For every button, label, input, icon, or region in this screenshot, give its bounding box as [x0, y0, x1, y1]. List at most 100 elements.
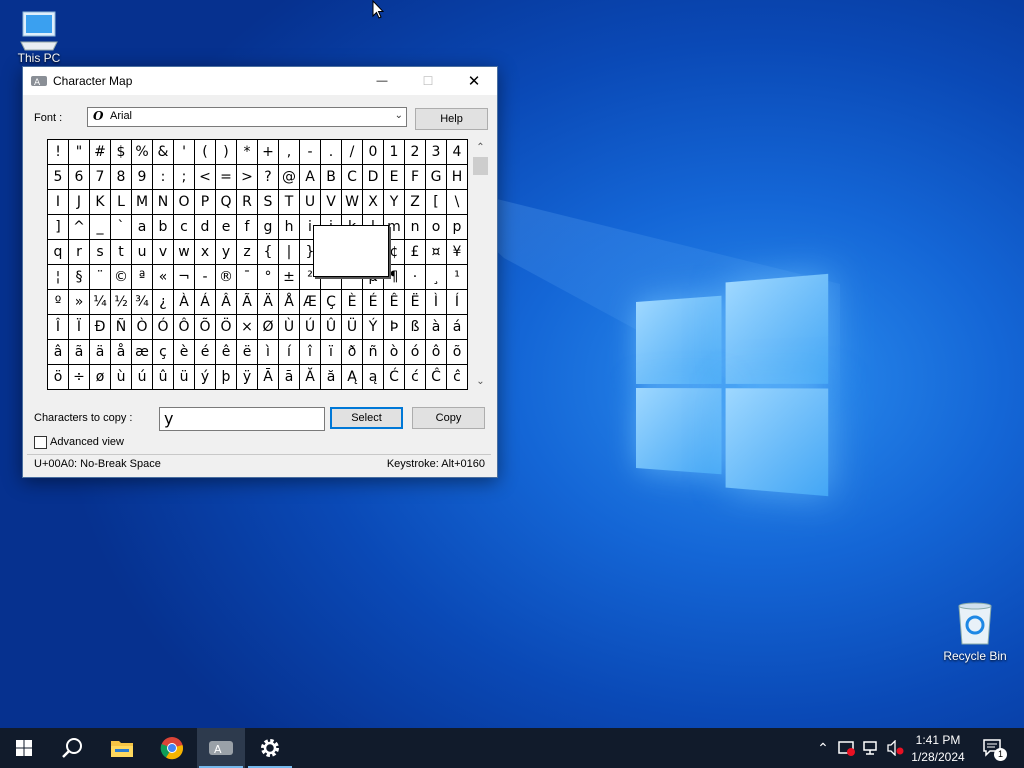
character-cell[interactable]: Ó [153, 315, 174, 340]
character-cell[interactable]: ü [174, 365, 195, 390]
character-cell[interactable]: ó [405, 340, 426, 365]
character-cell[interactable]: N [153, 190, 174, 215]
character-cell[interactable]: & [153, 140, 174, 165]
character-cell[interactable]: î [300, 340, 321, 365]
character-cell[interactable]: b [153, 215, 174, 240]
character-cell[interactable]: ( [195, 140, 216, 165]
character-cell[interactable]: Ì [426, 290, 447, 315]
character-grid[interactable]: ! " # $% & '() * +, -./0 1 2 3 4 5 6 7 8 9:; < = >? @ A B C D E F G H… [47, 139, 468, 390]
character-cell[interactable]: R [237, 190, 258, 215]
character-cell[interactable]: + [258, 140, 279, 165]
character-cell[interactable]: * [237, 140, 258, 165]
character-cell[interactable]: ø [90, 365, 111, 390]
character-cell[interactable]: 0 [363, 140, 384, 165]
taskbar-clock[interactable]: 1:41 PM 1/28/2024 [906, 732, 970, 766]
character-cell[interactable]: a [132, 215, 153, 240]
close-button[interactable]: ✕ [451, 67, 497, 95]
character-cell[interactable]: ú [132, 365, 153, 390]
character-cell[interactable]: ò [384, 340, 405, 365]
character-cell[interactable]: å [111, 340, 132, 365]
character-cell[interactable]: ¦ [48, 265, 69, 290]
character-cell[interactable]: ] [48, 215, 69, 240]
character-cell[interactable]: Ú [300, 315, 321, 340]
character-cell[interactable]: 1 [384, 140, 405, 165]
character-cell[interactable]: £ [405, 240, 426, 265]
character-cell[interactable]: ! [48, 140, 69, 165]
character-cell[interactable]: Z [405, 190, 426, 215]
character-cell[interactable]: G [426, 165, 447, 190]
character-cell[interactable]: ê [216, 340, 237, 365]
character-cell[interactable]: è [174, 340, 195, 365]
character-cell[interactable]: ` [111, 215, 132, 240]
character-cell[interactable]: ® [216, 265, 237, 290]
character-cell[interactable]: Ø [258, 315, 279, 340]
character-cell[interactable]: H [447, 165, 468, 190]
select-button[interactable]: Select [330, 407, 403, 429]
character-cell[interactable]: T [279, 190, 300, 215]
character-cell[interactable]: d [195, 215, 216, 240]
character-cell[interactable]: e [216, 215, 237, 240]
character-cell[interactable]: ¬ [174, 265, 195, 290]
character-cell[interactable]: 2 [405, 140, 426, 165]
character-cell[interactable]: ½ [111, 290, 132, 315]
character-cell[interactable]: g [258, 215, 279, 240]
character-cell[interactable]: p [447, 215, 468, 240]
this-pc-desktop-icon[interactable]: This PC [8, 8, 70, 65]
character-cell[interactable]: 8 [111, 165, 132, 190]
character-cell[interactable]: | [279, 240, 300, 265]
character-cell[interactable]: ¸ [426, 265, 447, 290]
character-cell[interactable]: . [321, 140, 342, 165]
character-cell[interactable]: « [153, 265, 174, 290]
character-cell[interactable]: S [258, 190, 279, 215]
help-button[interactable]: Help [415, 108, 488, 130]
character-cell[interactable]: Ā [258, 365, 279, 390]
character-cell[interactable]: ; [174, 165, 195, 190]
character-cell[interactable]: B [321, 165, 342, 190]
character-cell[interactable]: X [363, 190, 384, 215]
character-cell[interactable]: ā [279, 365, 300, 390]
maximize-button[interactable]: ☐ [405, 67, 451, 95]
character-cell[interactable]: ð [342, 340, 363, 365]
character-cell[interactable]: ç [153, 340, 174, 365]
character-cell[interactable]: % [132, 140, 153, 165]
character-cell[interactable]: Î [48, 315, 69, 340]
scrollbar-thumb[interactable] [473, 157, 488, 175]
character-cell[interactable]: o [426, 215, 447, 240]
character-cell[interactable]: , [279, 140, 300, 165]
character-cell[interactable]: \ [447, 190, 468, 215]
character-cell[interactable]: ë [237, 340, 258, 365]
character-cell[interactable]: r [69, 240, 90, 265]
character-cell[interactable]: V [321, 190, 342, 215]
character-cell[interactable]: - [195, 265, 216, 290]
character-cell[interactable]: > [237, 165, 258, 190]
character-cell[interactable]: » [69, 290, 90, 315]
character-cell[interactable]: º [48, 290, 69, 315]
character-cell[interactable]: 3 [426, 140, 447, 165]
character-cell[interactable]: u [132, 240, 153, 265]
character-cell[interactable]: Í [447, 290, 468, 315]
character-cell[interactable]: Ð [90, 315, 111, 340]
character-cell[interactable]: v [153, 240, 174, 265]
character-cell[interactable]: ö [48, 365, 69, 390]
character-cell[interactable]: × [237, 315, 258, 340]
character-cell[interactable]: ï [321, 340, 342, 365]
character-cell[interactable]: ñ [363, 340, 384, 365]
character-cell[interactable]: ¾ [132, 290, 153, 315]
character-cell[interactable]: - [300, 140, 321, 165]
character-cell[interactable]: w [174, 240, 195, 265]
character-cell[interactable]: ĉ [447, 365, 468, 390]
character-cell[interactable]: ? [258, 165, 279, 190]
recycle-bin-desktop-icon[interactable]: Recycle Bin [938, 600, 1012, 663]
character-cell[interactable]: É [363, 290, 384, 315]
character-cell[interactable]: Õ [195, 315, 216, 340]
action-center-button[interactable]: 1 [978, 728, 1008, 768]
font-dropdown[interactable]: O Arial ⌄ [87, 107, 407, 127]
character-cell[interactable]: q [48, 240, 69, 265]
tray-volume[interactable] [884, 728, 906, 768]
character-cell[interactable]: à [426, 315, 447, 340]
character-cell[interactable]: Q [216, 190, 237, 215]
character-cell[interactable]: D [363, 165, 384, 190]
character-cell[interactable]: ) [216, 140, 237, 165]
character-cell[interactable]: Ä [258, 290, 279, 315]
character-cell[interactable]: ¨ [90, 265, 111, 290]
